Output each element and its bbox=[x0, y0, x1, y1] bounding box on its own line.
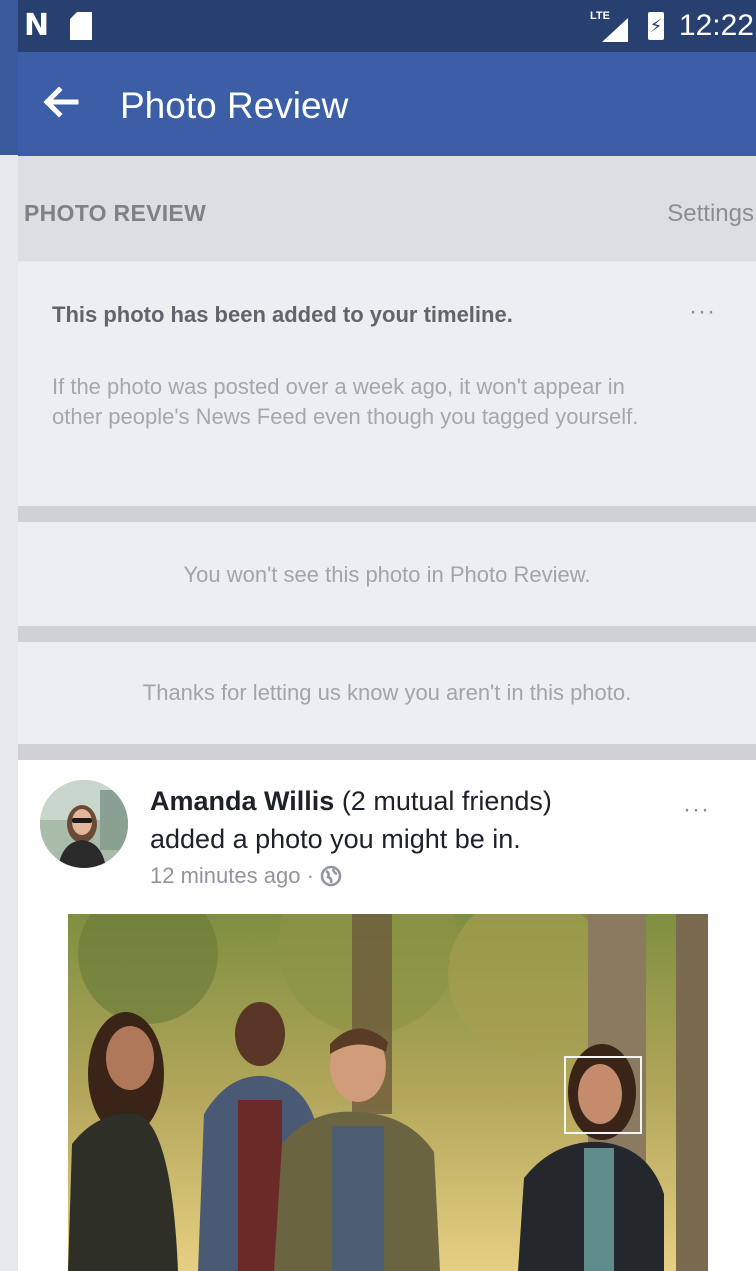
author-name[interactable]: Amanda Willis bbox=[150, 786, 334, 816]
thanks-card: Thanks for letting us know you aren't in… bbox=[18, 642, 756, 744]
divider bbox=[18, 506, 756, 522]
previous-screen-edge bbox=[0, 0, 20, 1271]
card-title: This photo has been added to your timeli… bbox=[52, 302, 513, 327]
notification-n-icon: N bbox=[24, 8, 50, 43]
post-more-options-button[interactable]: ··· bbox=[683, 796, 710, 824]
post-action-text: added a photo you might be in. bbox=[150, 824, 521, 854]
post-author-line: Amanda Willis (2 mutual friends) bbox=[150, 784, 552, 818]
lte-signal-icon bbox=[602, 18, 628, 42]
face-tag-box[interactable] bbox=[564, 1056, 642, 1134]
clock: 12:22 bbox=[678, 9, 754, 42]
settings-link[interactable]: Settings bbox=[667, 200, 754, 228]
post-photo[interactable] bbox=[68, 914, 708, 1271]
photo-post: Amanda Willis (2 mutual friends) added a… bbox=[18, 760, 756, 1271]
app-bar: Photo Review bbox=[18, 52, 756, 156]
divider bbox=[18, 744, 756, 760]
page-title: Photo Review bbox=[120, 85, 349, 126]
charging-bolt-icon: ⚡ bbox=[649, 16, 663, 36]
meta-separator: · bbox=[306, 863, 314, 888]
more-options-button[interactable]: ··· bbox=[689, 298, 716, 326]
divider bbox=[18, 626, 756, 642]
timeline-added-card: This photo has been added to your timeli… bbox=[18, 262, 756, 506]
section-header: PHOTO REVIEW Settings bbox=[18, 156, 756, 261]
post-meta: 12 minutes ago · bbox=[150, 862, 342, 890]
sd-card-icon bbox=[70, 12, 92, 40]
section-title: PHOTO REVIEW bbox=[24, 200, 207, 226]
back-arrow-icon[interactable] bbox=[40, 82, 80, 122]
card-body: If the photo was posted over a week ago,… bbox=[52, 374, 639, 429]
photo-review-notice-card: You won't see this photo in Photo Review… bbox=[18, 522, 756, 626]
post-time[interactable]: 12 minutes ago bbox=[150, 863, 300, 888]
notice-text: You won't see this photo in Photo Review… bbox=[183, 562, 591, 587]
avatar[interactable] bbox=[40, 780, 128, 868]
mutual-friends: (2 mutual friends) bbox=[341, 786, 552, 816]
photo-review-screen: N LTE ⚡ 12:22 Photo Review PHOTO REVIEW … bbox=[18, 0, 756, 1271]
globe-icon bbox=[320, 865, 342, 887]
thanks-text: Thanks for letting us know you aren't in… bbox=[142, 680, 632, 705]
status-bar: N LTE ⚡ 12:22 bbox=[18, 0, 756, 52]
